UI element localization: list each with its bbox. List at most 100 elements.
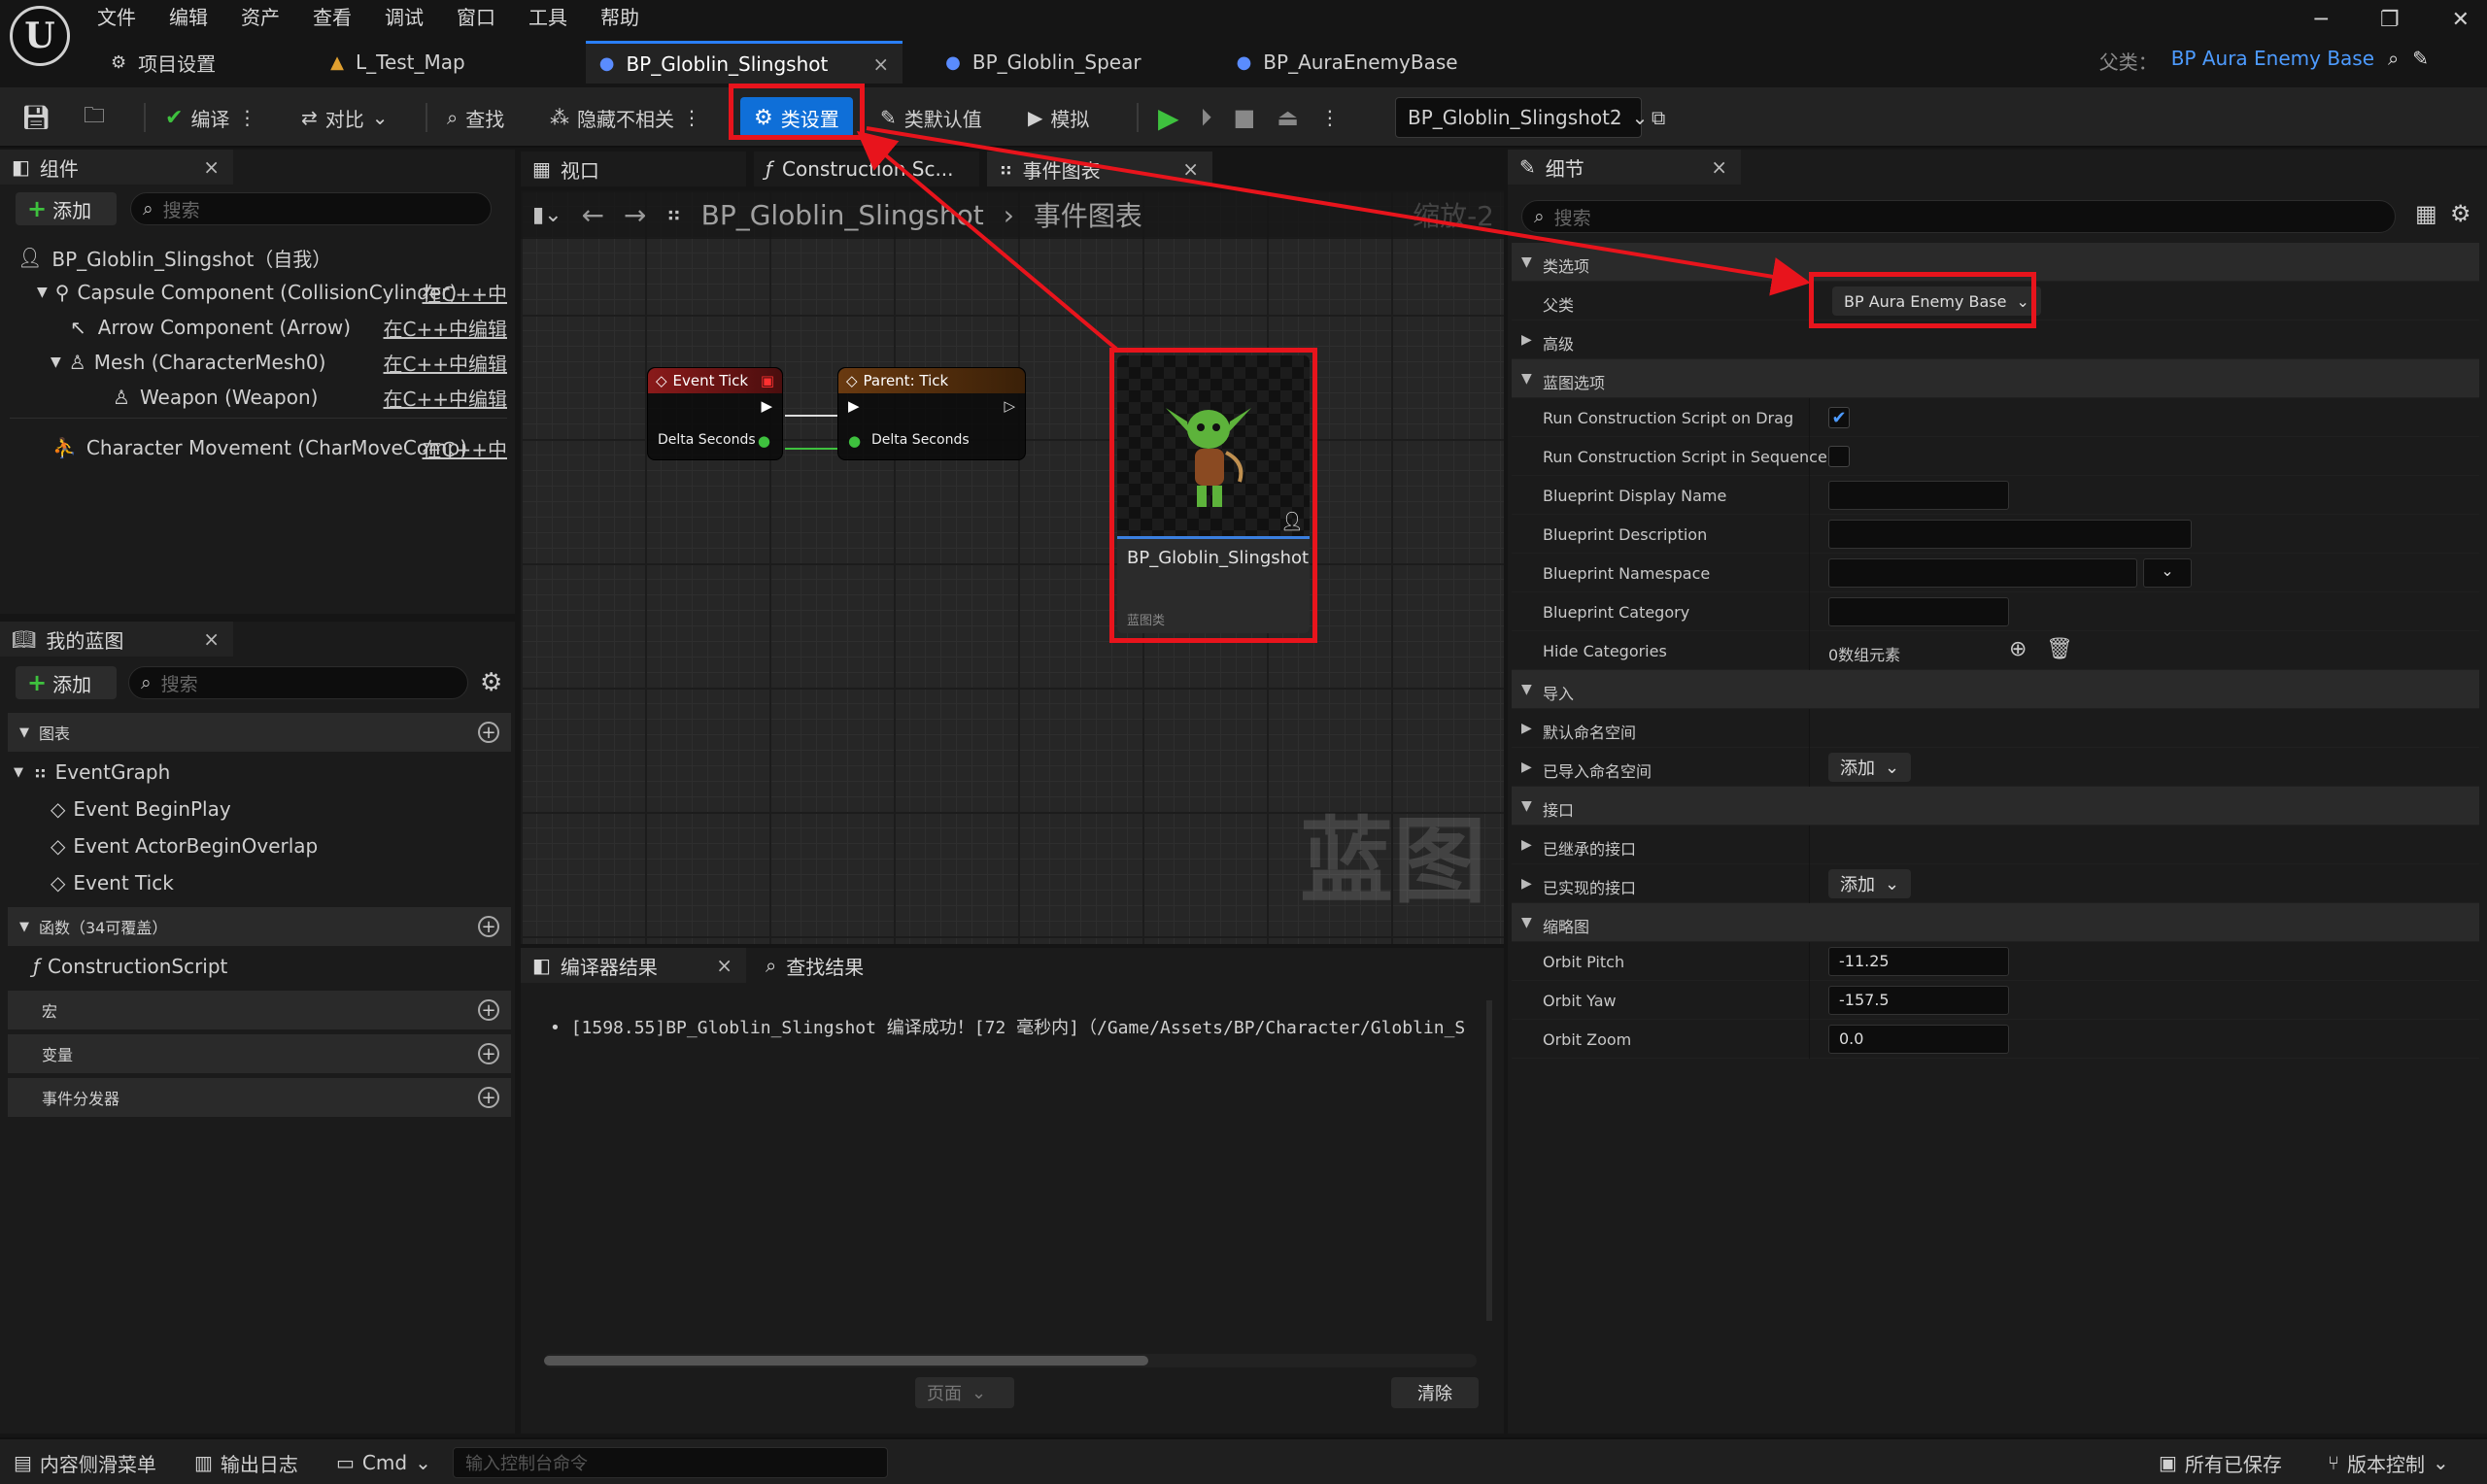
class-settings-button[interactable]: ⚙ 类设置 xyxy=(740,97,853,138)
event-graph-item[interactable]: ▼ ⠶ EventGraph xyxy=(14,756,170,789)
play-icon[interactable]: ▶ xyxy=(1158,102,1179,134)
float-in-pin[interactable]: ● xyxy=(848,432,861,450)
add-function-icon[interactable]: + xyxy=(478,916,499,937)
menu-file[interactable]: 文件 xyxy=(97,2,136,33)
row-advanced[interactable]: ▶ 高级 xyxy=(1512,320,2479,359)
breadcrumb-blueprint[interactable]: BP_Globlin_Slingshot xyxy=(701,199,984,231)
search-icon[interactable]: ⌕ xyxy=(2388,47,2399,75)
edit-in-cpp-link[interactable]: 在C++中编辑 xyxy=(384,349,507,377)
menu-tools[interactable]: 工具 xyxy=(528,2,567,33)
edit-in-cpp-link[interactable]: 在C++中 xyxy=(423,279,507,307)
menu-help[interactable]: 帮助 xyxy=(600,2,639,33)
add-interface-dropdown[interactable]: 添加 ⌄ xyxy=(1828,869,1912,898)
exec-out-pin[interactable]: ▷ xyxy=(1004,397,1015,415)
section-thumbnail[interactable]: ▼ 缩略图 xyxy=(1512,903,2479,942)
details-search-input[interactable]: ⌕ 搜索 xyxy=(1521,200,2396,233)
add-member-button[interactable]: + 添加 xyxy=(16,666,117,699)
tab-viewport[interactable]: ▦ 视口 xyxy=(521,152,746,186)
section-imports[interactable]: ▼ 导入 xyxy=(1512,670,2479,709)
category-input[interactable] xyxy=(1828,597,2009,626)
run-in-sequencer-checkbox[interactable] xyxy=(1828,446,1850,467)
add-element-icon[interactable]: ⊕ xyxy=(2009,637,2027,661)
section-macros[interactable]: 宏 + xyxy=(8,991,511,1029)
tab-construction-script[interactable]: ƒ Construction Sc... xyxy=(754,152,979,186)
content-drawer-button[interactable]: ▤ 内容侧滑菜单 xyxy=(14,1447,156,1478)
section-graphs[interactable]: ▼ 图表 + xyxy=(8,713,511,752)
tab-test-map[interactable]: ▲ L_Test_Map xyxy=(317,41,479,84)
row-inherited-interfaces[interactable]: ▶ 已继承的接口 xyxy=(1512,826,2479,864)
settings-gear-icon[interactable]: ⚙ xyxy=(480,668,502,697)
row-default-namespace[interactable]: ▶ 默认命名空间 xyxy=(1512,709,2479,748)
settings-gear-icon[interactable]: ⚙ xyxy=(2450,200,2471,227)
exec-out-pin[interactable]: ▶ xyxy=(761,397,772,415)
unreal-logo-icon[interactable]: U xyxy=(10,6,70,66)
edit-pencil-icon[interactable]: ✎ xyxy=(2412,47,2429,75)
close-icon[interactable]: × xyxy=(1182,157,1199,181)
tab-bp-globlin-spear[interactable]: ● BP_Globlin_Spear xyxy=(932,41,1154,84)
menu-edit[interactable]: 编辑 xyxy=(169,2,208,33)
save-button[interactable]: 💾︎ xyxy=(21,97,51,138)
add-dispatcher-icon[interactable]: + xyxy=(478,1087,499,1108)
section-class-options[interactable]: ▼ 类选项 xyxy=(1512,243,2479,282)
event-tick-node[interactable]: ◇ Event Tick ▣ ▶ Delta Seconds ● xyxy=(647,367,783,460)
browse-button[interactable]: 🗀 xyxy=(84,97,105,138)
trash-icon[interactable]: 🗑︎ xyxy=(2046,637,2073,661)
expand-icon[interactable]: ▼ xyxy=(37,285,48,300)
section-event-dispatchers[interactable]: 事件分发器 + xyxy=(8,1078,511,1117)
component-arrow[interactable]: ↖ Arrow Component (Arrow) 在C++中编辑 xyxy=(70,311,507,344)
back-arrow-icon[interactable]: ← xyxy=(582,199,604,231)
run-on-drag-checkbox[interactable]: ✔ xyxy=(1828,407,1850,428)
tab-details[interactable]: ✎ 细节 × xyxy=(1508,150,1741,185)
debug-object-dropdown[interactable]: BP_Globlin_Slingshot2 ⌄ xyxy=(1395,97,1648,138)
event-item[interactable]: ◇ Event ActorBeginOverlap xyxy=(51,829,318,862)
minimize-button[interactable]: ─ xyxy=(2315,8,2328,32)
eject-icon[interactable]: ⏏ xyxy=(1277,104,1299,131)
close-icon[interactable]: × xyxy=(203,155,220,179)
event-item[interactable]: ◇ Event Tick xyxy=(51,866,174,899)
close-icon[interactable]: × xyxy=(716,954,732,977)
close-tab-icon[interactable]: × xyxy=(872,52,889,76)
section-blueprint-options[interactable]: ▼ 蓝图选项 xyxy=(1512,359,2479,398)
component-weapon[interactable]: ♙ Weapon (Weapon) 在C++中编辑 xyxy=(113,381,507,414)
construction-script-item[interactable]: ƒ ConstructionScript xyxy=(33,950,227,983)
parent-class-link[interactable]: BP Aura Enemy Base xyxy=(2171,47,2374,75)
component-capsule[interactable]: ▼ ⚲ Capsule Component (CollisionCylinder) 在… xyxy=(37,276,507,309)
hide-unrelated-button[interactable]: ⁂ 隐藏不相关 ⋮ xyxy=(550,97,701,138)
tab-bp-aura-enemy-base[interactable]: ● BP_AuraEnemyBase xyxy=(1223,41,1472,84)
add-namespace-dropdown[interactable]: 添加 ⌄ xyxy=(1828,753,1912,782)
orbit-zoom-input[interactable]: 0.0 xyxy=(1828,1025,2009,1054)
menu-window[interactable]: 窗口 xyxy=(457,2,495,33)
add-variable-icon[interactable]: + xyxy=(478,1043,499,1064)
diff-button[interactable]: ⇄ 对比 ⌄ xyxy=(301,97,389,138)
namespace-dropdown[interactable]: ⌄ xyxy=(2143,558,2192,588)
tab-compiler-results[interactable]: ◧ 编译器结果 × xyxy=(521,948,746,983)
event-item[interactable]: ◇ Event BeginPlay xyxy=(51,793,231,826)
class-defaults-button[interactable]: ✎ 类默认值 xyxy=(880,97,982,138)
menu-view[interactable]: 查看 xyxy=(313,2,352,33)
step-icon[interactable]: ⏵ xyxy=(1201,104,1212,131)
exec-in-pin[interactable]: ▶ xyxy=(848,397,860,415)
source-control-button[interactable]: ⑂ 版本控制 ⌄ xyxy=(2328,1447,2449,1478)
float-out-pin[interactable]: ● xyxy=(758,432,770,450)
close-icon[interactable]: × xyxy=(203,627,220,651)
restore-button[interactable]: ❐ xyxy=(2380,8,2400,32)
parent-tick-node[interactable]: ◇ Parent: Tick ▶ ▷ ● Delta Seconds xyxy=(837,367,1026,460)
menu-asset[interactable]: 资产 xyxy=(241,2,280,33)
component-character-movement[interactable]: ⛹ Character Movement (CharMoveComp) 在C++中 xyxy=(52,431,507,464)
tab-bp-globlin-slingshot[interactable]: ● BP_Globlin_Slingshot × xyxy=(585,41,903,84)
asset-card[interactable]: 👤︎ BP_Globlin_Slingshot 蓝图类 xyxy=(1117,355,1310,633)
bookmark-icon[interactable]: ▮⌄ xyxy=(532,203,562,227)
vertical-scrollbar[interactable] xyxy=(1486,1000,1492,1321)
event-graph-canvas[interactable]: ▮⌄ ← → ⠶ BP_Globlin_Slingshot › 事件图表 缩放-… xyxy=(521,190,1504,944)
orbit-yaw-input[interactable]: -157.5 xyxy=(1828,986,2009,1015)
find-button[interactable]: ⌕ 查找 xyxy=(447,97,504,138)
forward-arrow-icon[interactable]: → xyxy=(624,199,646,231)
display-name-input[interactable] xyxy=(1828,481,2009,510)
tab-find-results[interactable]: ⌕ 查找结果 xyxy=(754,948,948,983)
my-blueprint-search-input[interactable]: ⌕ 搜索 xyxy=(128,666,468,699)
parent-class-dropdown[interactable]: BP Aura Enemy Base ⌄ xyxy=(1832,287,2041,316)
close-window-button[interactable]: ✕ xyxy=(2452,8,2470,32)
namespace-input[interactable] xyxy=(1828,558,2137,588)
components-search-input[interactable]: ⌕ 搜索 xyxy=(130,192,492,225)
all-saved-button[interactable]: ▣ 所有已保存 xyxy=(2159,1447,2282,1478)
